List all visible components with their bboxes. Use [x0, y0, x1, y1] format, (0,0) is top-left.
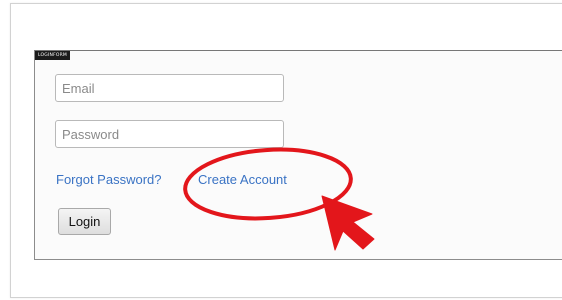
create-account-link[interactable]: Create Account: [198, 172, 287, 187]
password-field[interactable]: [55, 120, 284, 148]
form-tag-label: LOGINFORM: [35, 51, 71, 60]
login-button[interactable]: Login: [58, 208, 111, 235]
forgot-password-link[interactable]: Forgot Password?: [56, 172, 162, 187]
email-field[interactable]: [55, 74, 284, 102]
